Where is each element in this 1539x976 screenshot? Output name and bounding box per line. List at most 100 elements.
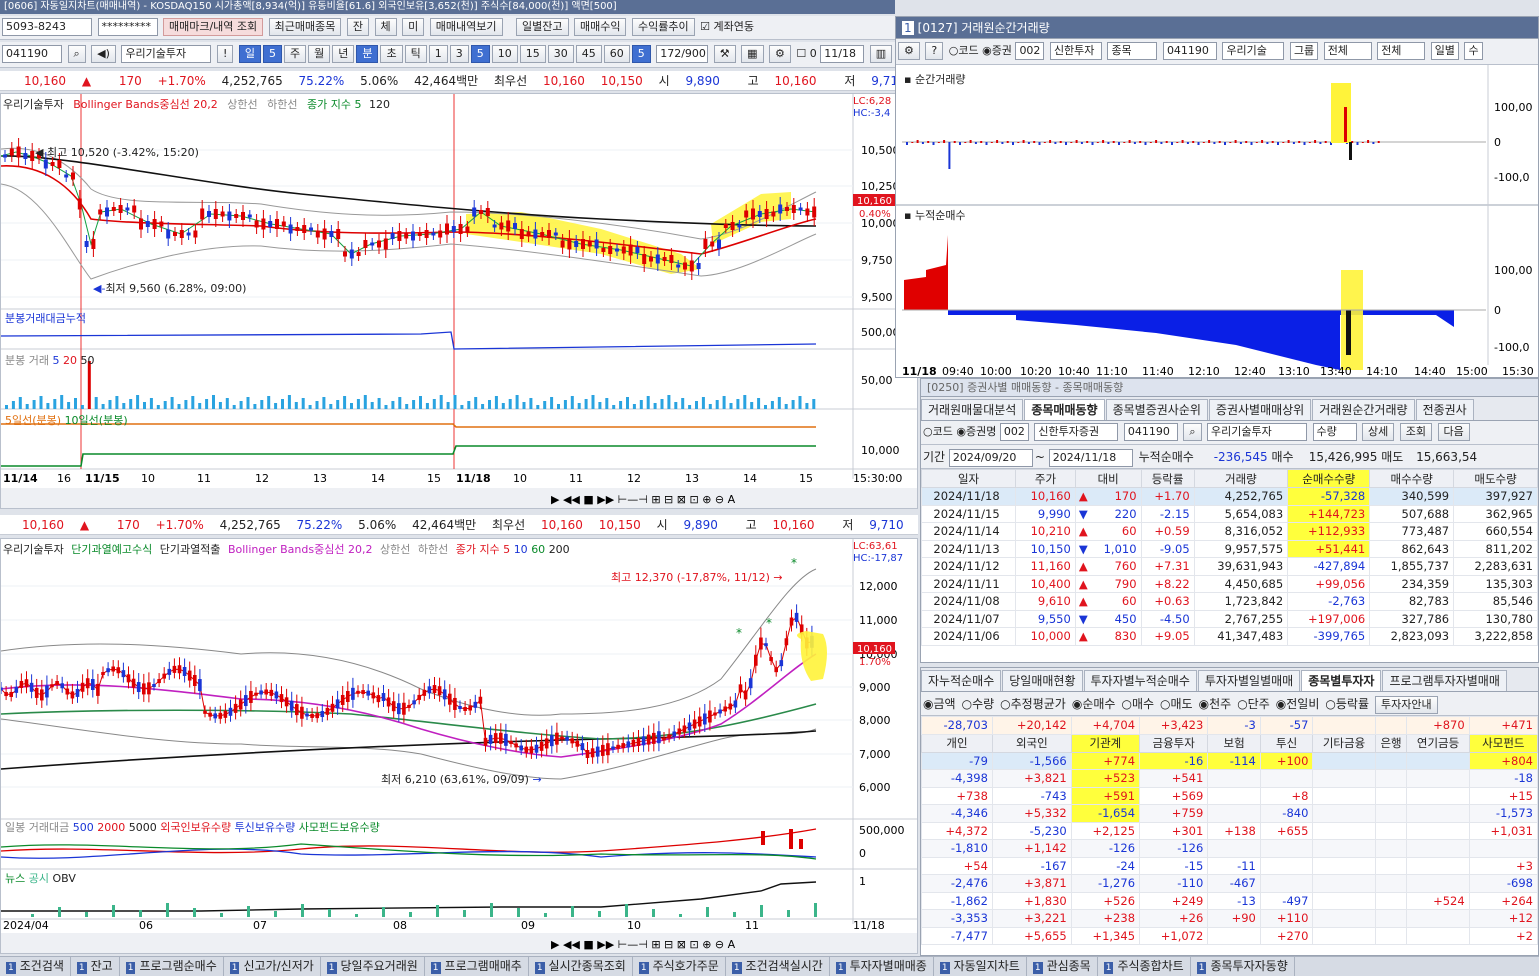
count-select[interactable]: 수 [1464,42,1483,60]
search-icon[interactable]: ⌕ [1183,423,1202,441]
period-button[interactable]: 15 [519,45,546,63]
option-radio[interactable]: ◉전일비 [1276,697,1320,711]
period-button[interactable]: 3 [449,45,469,63]
table-row[interactable]: 2024/11/13 10,150 ▼ 1,010 -9.05 9,957,575 +51,… [921,539,1538,558]
option-radio[interactable]: ◉금액 [923,697,956,711]
daily-chart[interactable]: 우리기술투자 단기과열예고수식 단기과열적출 Bollinger Bands중심… [0,538,918,954]
stock-field[interactable]: 우리기술투자 [1207,423,1308,441]
daily-select[interactable]: 일별 [1430,42,1459,60]
minute-chart[interactable]: 우리기술투자 Bollinger Bands중심선 20,2 상한선 하한선 종… [0,93,918,509]
table-row[interactable]: -7,477 +5,655 +1,345 +1,072 +270 +2 [921,926,1538,945]
broker-tab[interactable]: 전종권사 [1415,399,1474,420]
search-icon[interactable]: ⌕ [67,45,86,63]
trade-mark-query-button[interactable]: 매매마크/내역 조회 [163,18,264,36]
taskbar-item[interactable]: 1 프로그램매매추 [425,957,529,976]
to-date[interactable]: 2024/11/18 [1048,448,1133,467]
taskbar-item[interactable]: 1 실시간종목조회 [529,957,633,976]
column-header[interactable]: 보험 [1207,733,1261,753]
account-select[interactable]: 5093-8243 [2,18,92,36]
taskbar-item[interactable]: 1 잔고 [71,957,120,976]
taskbar-item[interactable]: 1 관심종목 [1027,957,1098,976]
code-radio-2[interactable]: ○코드 [923,425,953,438]
table-row[interactable]: 2024/11/06 10,000 ▲ 830 +9.05 41,347,483 -399,… [921,627,1538,646]
password-field[interactable]: ********* [97,18,158,36]
column-header[interactable]: 개인 [921,733,993,753]
broker-tab[interactable]: 종목별증권사순위 [1105,399,1208,420]
investor-guide-button[interactable]: 투자자안내 [1374,695,1438,714]
detail-button[interactable]: 상세 [1362,423,1395,441]
broker-tab[interactable]: 거래원매물대분석 [921,399,1024,420]
balance-button[interactable]: 잔 [346,18,370,36]
stock-code-field-2[interactable]: 041190 [1123,423,1178,441]
gear-icon[interactable]: ⚙ [898,42,920,60]
table-row[interactable]: +54 -167 -24 -15 -11 +3 [921,856,1538,875]
table-row[interactable]: 2024/11/14 10,210 ▲ 60 +0.59 8,316,052 +112,93… [921,522,1538,541]
period-button[interactable]: 30 [547,45,574,63]
stock-name-field-2[interactable]: 우리기술 [1222,42,1285,60]
stock-code-field[interactable]: 041190 [1162,42,1217,60]
period-button[interactable]: 년 [332,45,355,63]
column-header[interactable]: 거래량 [1193,469,1289,488]
calendar-icon[interactable]: ▥ [869,45,893,63]
taskbar-item[interactable]: 1 투자자별매매종 [830,957,934,976]
table-row[interactable]: -79 -1,566 +774 -16 -114 +100 +804 [921,751,1538,770]
next-button[interactable]: 다음 [1437,423,1470,441]
bar-count-field[interactable]: 172/900 [656,45,709,63]
broker-tab[interactable]: 종목매매동향 [1024,399,1105,420]
scroll-controls[interactable]: ▶ ◀◀ ■ ▶▶ ⊢—⊣ ⊞ ⊟ ⊠ ⊡ ⊕ ⊖ A [551,493,736,506]
column-header[interactable]: 은행 [1374,733,1408,753]
period-button[interactable]: 분 [356,45,379,63]
scroll-controls[interactable]: ▶ ◀◀ ■ ▶▶ ⊢—⊣ ⊞ ⊟ ⊠ ⊡ ⊕ ⊖ A [551,938,736,951]
option-radio[interactable]: ○등락률 [1325,697,1369,711]
period-button[interactable]: 5 [262,45,282,63]
column-header[interactable]: 금융투자 [1139,733,1209,753]
broker-tab[interactable]: 증권사별매매상위 [1208,399,1312,420]
group-select[interactable]: 그룹 [1289,42,1319,60]
column-header[interactable]: 매도수량 [1453,469,1538,488]
column-header[interactable]: 매수수량 [1369,469,1455,488]
investor-tab[interactable]: 투자자별누적순매수 [1083,670,1197,691]
period-button[interactable]: 45 [575,45,602,63]
period-button[interactable]: 60 [603,45,630,63]
stock-name-field[interactable]: 우리기술투자 [121,45,212,63]
from-date[interactable]: 2024/09/20 [948,448,1033,467]
taskbar-item[interactable]: 1 조건검색 [0,957,71,976]
period-button[interactable]: 일 [238,45,261,63]
table-row[interactable]: -4,398 +3,821 +523 +541 -18 [921,769,1538,788]
broker-name-radio[interactable]: ◉증권명 [956,425,996,438]
date-checkbox[interactable]: ☐ 0 [796,47,816,60]
taskbar-item[interactable]: 1 자동일지차트 [934,957,1027,976]
code-radio[interactable]: ○코드 [949,44,979,57]
table-row[interactable]: 2024/11/11 10,400 ▲ 790 +8.22 4,450,685 +99,05… [921,574,1538,593]
column-header[interactable]: 기관계 [1070,733,1141,753]
all-select-2[interactable]: 전체 [1377,42,1426,60]
table-row[interactable]: -3,353 +3,221 +238 +26 +90 +110 +12 [921,909,1538,928]
investor-tab[interactable]: 당일매매현황 [1002,670,1083,691]
trade-history-button[interactable]: 매매내역보기 [429,18,503,36]
broker-code-select-2[interactable]: 002 [999,423,1029,441]
option-radio[interactable]: ◉천주 [1199,697,1232,711]
broker-code-select[interactable]: 002 [1015,42,1045,60]
column-header[interactable]: 외국인 [991,733,1072,753]
daily-balance-button[interactable]: 일별잔고 [516,18,569,36]
column-header[interactable]: 투신 [1259,733,1314,753]
broker-tab[interactable]: 거래원순간거래량 [1312,399,1415,420]
sound-icon[interactable]: ◀) [91,45,116,63]
period-button[interactable]: 1 [428,45,448,63]
column-header[interactable]: 일자 [921,469,1017,488]
taskbar-item[interactable]: 1 당일주요거래원 [321,957,425,976]
table-row[interactable]: -1,862 +1,830 +526 +249 -13 -497 +524 +264 [921,891,1538,910]
period-button[interactable]: 월 [308,45,331,63]
table-row[interactable]: 2024/11/15 9,990 ▼ 220 -2.15 5,654,083 +144,72… [921,504,1538,523]
query-button[interactable]: 조회 [1399,423,1433,441]
save-icon[interactable]: ▦ [741,45,764,63]
table-row[interactable]: +738 -743 +591 +569 +8 +15 [921,786,1538,805]
column-header[interactable]: 등락률 [1140,469,1195,488]
profit-trend-button[interactable]: 수익률추이 [631,18,695,36]
recent-trades-button[interactable]: 최근매매종목 [268,18,342,36]
table-row[interactable]: +4,372 -5,230 +2,125 +301 +138 +655 +1,031 [921,821,1538,840]
column-header[interactable]: 연기금등 [1406,733,1470,753]
period-button[interactable]: 5 [470,45,490,63]
taskbar-item[interactable]: 1 프로그램순매수 [120,957,224,976]
option-radio[interactable]: ○단주 [1237,697,1270,711]
